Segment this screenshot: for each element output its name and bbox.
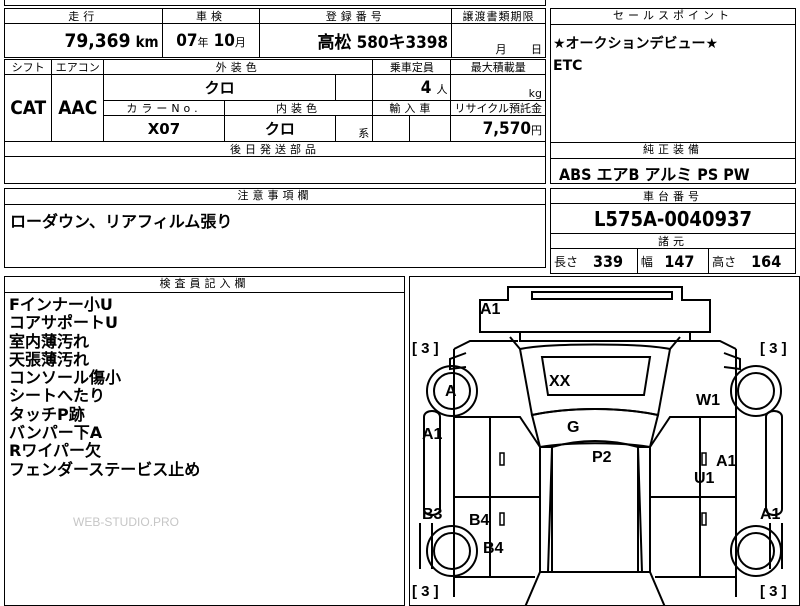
length-label: 長さ xyxy=(550,248,591,274)
mileage-value: 79,369 km xyxy=(4,23,163,58)
chassis-number: L575A-0040937 xyxy=(550,203,796,234)
mark-front-right-fender: W1 xyxy=(696,392,720,409)
aircon-header: エアコン xyxy=(51,59,105,75)
capacity-value: 4 人 xyxy=(372,74,452,101)
inspector-box: 検査員記入欄 Fインナー小U コアサポートU 室内薄汚れ 天張薄汚れ コンソール… xyxy=(4,276,405,606)
shift-header: シフト xyxy=(3,59,53,75)
later-parts-value xyxy=(4,156,546,184)
equipment-box: 純正装備 ABS エアB アルミ PS PW xyxy=(550,142,796,184)
height-value: 164 xyxy=(748,248,797,274)
mileage-header: 走行 xyxy=(4,8,163,24)
inspector-note: Fインナー小U xyxy=(9,295,113,314)
inspector-note: 天張薄汚れ xyxy=(9,349,90,369)
recycle-header: リサイクル預託金 xyxy=(450,100,546,116)
mark-roof-front: G xyxy=(567,419,580,436)
color-no-value: X07 xyxy=(103,115,225,142)
tire-rear-right: [ 3 ] xyxy=(760,583,787,600)
specs-header: 諸元 xyxy=(550,233,796,249)
mark-roof: P2 xyxy=(592,449,612,466)
mark-front-left-tire: A xyxy=(445,383,457,400)
height-label: 高さ xyxy=(708,248,749,274)
inspector-notes-list: Fインナー小U コアサポートU 室内薄汚れ 天張薄汚れ コンソール傷小 シートへ… xyxy=(5,293,404,482)
notes-box: 注意事項欄 ローダウン、リアフィルム張り xyxy=(4,188,546,268)
mark-right-door: A1 xyxy=(716,453,737,470)
width-value: 147 xyxy=(661,248,710,274)
equipment-value: ABS エアB アルミ PS PW xyxy=(559,165,750,184)
equipment-header: 純正装備 xyxy=(551,143,795,159)
registration-header: 登録番号 xyxy=(259,8,453,24)
import-cell-b xyxy=(409,115,452,142)
car-diagram-box: [ 3 ] [ 3 ] [ 3 ] [ 3 ] A1 A XX W1 A1 G … xyxy=(409,276,800,606)
mark-right-door-2: U1 xyxy=(694,470,715,487)
shift-value: CAT xyxy=(3,74,53,142)
capacity-header: 乗車定員 xyxy=(372,59,452,75)
inspection-header: 車検 xyxy=(161,8,261,24)
mark-left-front-door: A1 xyxy=(422,426,443,443)
mark-left-rear-quarter: B3 xyxy=(422,506,443,523)
interior-header: 内装色 xyxy=(223,100,374,116)
mark-hood: XX xyxy=(549,373,571,390)
aircon-value: AAC xyxy=(51,74,105,142)
notes-header: 注意事項欄 xyxy=(5,189,545,205)
chassis-specs-table: 車台番号 L575A-0040937 諸元 長さ 339 幅 147 高さ 16… xyxy=(550,188,797,274)
sales-point-list: ★オークションデビュー★ ETC xyxy=(551,25,795,77)
registration-value: 高松 580キ3398 xyxy=(259,23,453,58)
exterior-color-value: クロ xyxy=(103,74,337,101)
inspector-note: シートへたり xyxy=(9,386,106,406)
car-diagram xyxy=(419,286,783,605)
inspector-note: Rワイパー欠 xyxy=(9,441,102,461)
sales-point-box: セールスポイント ★オークションデビュー★ ETC xyxy=(550,8,796,143)
width-label: 幅 xyxy=(636,248,662,274)
inspector-note: コアサポートU xyxy=(9,313,118,333)
inspector-note: タッチP跡 xyxy=(9,404,85,424)
chassis-header: 車台番号 xyxy=(550,188,796,204)
transfer-value: 月 日 xyxy=(451,23,546,58)
tire-front-left: [ 3 ] xyxy=(412,340,439,357)
sales-point-header: セールスポイント xyxy=(551,9,795,25)
tire-rear-left: [ 3 ] xyxy=(412,583,439,600)
import-header: 輸入車 xyxy=(372,100,452,116)
color-no-header: カラーNo. xyxy=(103,100,225,116)
interior-color-value: クロ xyxy=(223,115,337,142)
later-parts-header: 後日発送部品 xyxy=(4,141,546,157)
inspector-note: コンソール傷小 xyxy=(9,368,122,388)
inspector-note: フェンダーステービス止め xyxy=(9,459,201,479)
vehicle-info-table: 走行 車検 登録番号 譲渡書類期限 79,369 km 07年 10月 高松 5… xyxy=(4,8,546,58)
exterior-extra-cell xyxy=(335,74,374,101)
inspector-header: 検査員記入欄 xyxy=(5,277,404,293)
vehicle-detail-table: シフト エアコン 外装色 乗車定員 最大積載量 CAT AAC クロ 4 人 k… xyxy=(3,59,546,184)
mark-front-bumper: A1 xyxy=(480,301,501,318)
mark-left-rear-door: B4 xyxy=(469,512,490,529)
interior-suffix: 系 xyxy=(335,115,374,142)
inspector-note: バンパー下A xyxy=(9,423,103,443)
transfer-header: 譲渡書類期限 xyxy=(451,8,546,24)
notes-value: ローダウン、リアフィルム張り xyxy=(10,212,233,231)
length-value: 339 xyxy=(590,248,638,274)
inspector-note: 室内薄汚れ xyxy=(9,331,90,351)
exterior-header: 外装色 xyxy=(103,59,374,75)
recycle-value: 7,570円 xyxy=(450,115,546,142)
max-load-value: kg xyxy=(450,74,546,101)
mark-right-rear-quarter: A1 xyxy=(760,506,781,523)
max-load-header: 最大積載量 xyxy=(450,59,546,75)
import-cell-a xyxy=(372,115,411,142)
top-strip xyxy=(4,0,546,6)
sales-point-1: ★オークションデビュー★ xyxy=(553,36,719,52)
inspection-value: 07年 10月 xyxy=(161,23,261,58)
sales-point-2: ETC xyxy=(553,58,583,74)
watermark: WEB-STUDIO.PRO xyxy=(73,515,180,529)
tire-front-right: [ 3 ] xyxy=(760,340,787,357)
mark-rear-left-tire: B4 xyxy=(483,540,504,557)
